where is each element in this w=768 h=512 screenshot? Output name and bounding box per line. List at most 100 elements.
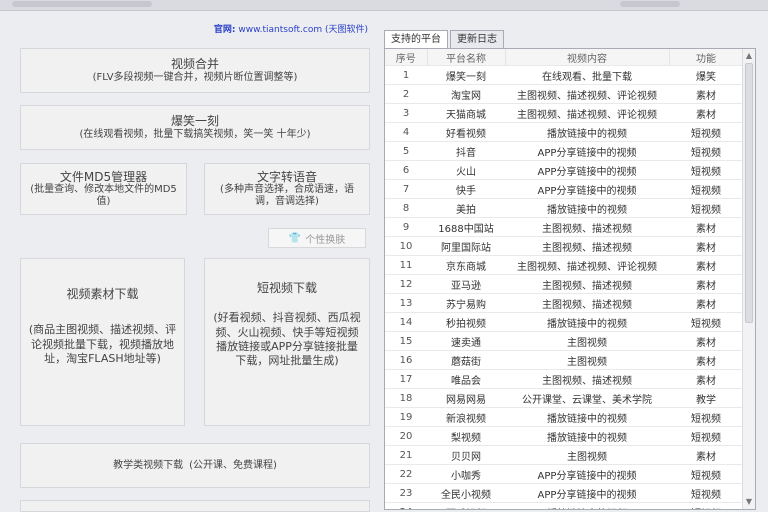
table-row[interactable]: 14 秒拍视频 播放链接中的视频 短视频	[385, 312, 743, 332]
platform-name: 秒拍视频	[427, 312, 505, 332]
button-desc: (商品主图视频、描述视频、评论视频批量下载，视频播放地址，淘宝FLASH地址等)	[28, 323, 177, 365]
table-row[interactable]: 5 抖音 APP分享链接中的视频 短视频	[385, 141, 743, 161]
tab-update-log[interactable]: 更新日志	[450, 30, 504, 48]
function-type: 素材	[669, 331, 743, 351]
row-number: 24	[385, 502, 427, 509]
table-row[interactable]: 1 爆笑一刻 在线观看、批量下载 爆笑	[385, 65, 743, 85]
tab-supported-platforms[interactable]: 支持的平台	[384, 30, 448, 48]
video-content: 播放链接中的视频	[505, 407, 669, 427]
video-content: APP分享链接中的视频	[505, 141, 669, 161]
video-content: APP分享链接中的视频	[505, 464, 669, 484]
function-type: 素材	[669, 255, 743, 275]
title-bar	[0, 0, 768, 11]
video-content: 主图视频	[505, 445, 669, 465]
button-desc: (批量查询、修改本地文件的MD5值)	[30, 184, 177, 208]
table-row[interactable]: 22 小咖秀 APP分享链接中的视频 短视频	[385, 464, 743, 484]
function-type: 短视频	[669, 426, 743, 446]
column-header[interactable]: 视频内容	[505, 49, 670, 66]
row-number: 21	[385, 445, 427, 465]
column-header[interactable]: 功能	[669, 49, 744, 66]
function-type: 短视频	[669, 179, 743, 199]
table-row[interactable]: 3 天猫商城 主图视频、描述视频、评论视频 素材	[385, 103, 743, 123]
table-header: 序号 平台名称 视频内容 功能	[385, 49, 744, 66]
table-row[interactable]: 11 京东商城 主图视频、描述视频、评论视频 素材	[385, 255, 743, 275]
md5-button[interactable]: 文件MD5管理器 (批量查询、修改本地文件的MD5值)	[20, 163, 187, 215]
row-number: 14	[385, 312, 427, 332]
table-row[interactable]: 6 火山 APP分享链接中的视频 短视频	[385, 160, 743, 180]
table-row[interactable]: 20 梨视频 播放链接中的视频 短视频	[385, 426, 743, 446]
function-type: 短视频	[669, 464, 743, 484]
table-row[interactable]: 18 网易网易 公开课堂、云课堂、美术学院 教学	[385, 388, 743, 408]
video-content: APP分享链接中的视频	[505, 160, 669, 180]
row-number: 17	[385, 369, 427, 389]
platform-table: 序号 平台名称 视频内容 功能 1 爆笑一刻 在线观看、批量下载 爆笑 2 淘宝网 主图视频…	[384, 48, 756, 510]
window-title	[12, 1, 152, 7]
row-number: 6	[385, 160, 427, 180]
table-row[interactable]: 13 苏宁易购 主图视频、描述视频 素材	[385, 293, 743, 313]
table-row[interactable]: 2 淘宝网 主图视频、描述视频、评论视频 素材	[385, 84, 743, 104]
table-row[interactable]: 8 美拍 播放链接中的视频 短视频	[385, 198, 743, 218]
personality-skin-button[interactable]: 👕 个性换肤	[268, 228, 366, 248]
table-row[interactable]: 15 速卖通 主图视频 素材	[385, 331, 743, 351]
table-row[interactable]: 12 亚马逊 主图视频、描述视频 素材	[385, 274, 743, 294]
platform-name: 苏宁易购	[427, 293, 505, 313]
function-type: 短视频	[669, 122, 743, 142]
column-header[interactable]: 平台名称	[427, 49, 506, 66]
function-type: 素材	[669, 274, 743, 294]
row-number: 5	[385, 141, 427, 161]
table-row[interactable]: 21 贝贝网 主图视频 素材	[385, 445, 743, 465]
platform-name: 京东商城	[427, 255, 505, 275]
laugh-button[interactable]: 爆笑一刻 (在线观看视频，批量下载搞笑视频，笑一笑 十年少)	[20, 105, 370, 150]
table-row[interactable]: 23 全民小视频 APP分享链接中的视频 短视频	[385, 483, 743, 503]
video-content: 在线观看、批量下载	[505, 65, 669, 85]
video-content: 主图视频、描述视频	[505, 293, 669, 313]
extra-button[interactable]	[20, 500, 370, 512]
function-type: 短视频	[669, 198, 743, 218]
scroll-down-icon[interactable]: ▼	[744, 497, 754, 507]
scroll-thumb[interactable]	[745, 63, 753, 323]
row-number: 3	[385, 103, 427, 123]
material-download-button[interactable]: 视频素材下载 (商品主图视频、描述视频、评论视频批量下载，视频播放地址，淘宝FL…	[20, 258, 185, 426]
table-row[interactable]: 9 1688中国站 主图视频、描述视频 素材	[385, 217, 743, 237]
video-merge-button[interactable]: 视频合并 (FLV多段视频一键合并，视频片断位置调整等)	[20, 48, 370, 93]
platform-name: 阿里国际站	[427, 236, 505, 256]
function-type: 爆笑	[669, 65, 743, 85]
table-row[interactable]: 19 新浪视频 播放链接中的视频 短视频	[385, 407, 743, 427]
teaching-video-button[interactable]: 教学类视频下载 (公开课、免费课程)	[20, 443, 370, 488]
platform-name: 爆笑一刻	[427, 65, 505, 85]
table-row[interactable]: 24西瓜视频播放链接中的视频短视频	[385, 502, 743, 509]
vertical-scrollbar[interactable]: ▲ ▼	[742, 49, 755, 509]
shirt-icon: 👕	[288, 232, 302, 244]
button-desc: (FLV多段视频一键合并，视频片断位置调整等)	[92, 71, 298, 83]
button-title: 教学类视频下载	[113, 459, 184, 471]
function-type: 素材	[669, 369, 743, 389]
button-title: 视频合并	[170, 57, 219, 72]
link-suffix: (天图软件)	[324, 25, 368, 35]
function-type: 短视频	[669, 407, 743, 427]
row-number: 15	[385, 331, 427, 351]
window-controls[interactable]	[620, 1, 680, 7]
platform-name: 贝贝网	[427, 445, 505, 465]
table-row[interactable]: 16 蘑菇街 主图视频 素材	[385, 350, 743, 370]
text-to-speech-button[interactable]: 文字转语音 (多种声音选择，合成语速，语调，音调选择)	[204, 163, 370, 215]
platform-name: 快手	[427, 179, 505, 199]
table-row[interactable]: 10 阿里国际站 主图视频、描述视频 素材	[385, 236, 743, 256]
platform-name: 速卖通	[427, 331, 505, 351]
table-row[interactable]: 7 快手 APP分享链接中的视频 短视频	[385, 179, 743, 199]
scroll-up-icon[interactable]: ▲	[744, 51, 754, 61]
button-title: 爆笑一刻	[170, 114, 219, 129]
button-title: 文件MD5管理器	[59, 169, 148, 184]
row-number: 23	[385, 483, 427, 503]
column-header[interactable]: 序号	[385, 49, 428, 66]
function-type: 素材	[669, 236, 743, 256]
video-content: 播放链接中的视频	[505, 426, 669, 446]
function-type: 素材	[669, 217, 743, 237]
official-site-link[interactable]: 官网: www.tiantsoft.com (天图软件)	[150, 20, 368, 40]
table-row[interactable]: 4 好看视频 播放链接中的视频 短视频	[385, 122, 743, 142]
row-number: 2	[385, 84, 427, 104]
button-desc: (在线观看视频，批量下载搞笑视频，笑一笑 十年少)	[79, 128, 311, 140]
table-row[interactable]: 17 唯品会 主图视频、描述视频 素材	[385, 369, 743, 389]
video-content: 主图视频、描述视频	[505, 217, 669, 237]
platform-name: 梨视频	[427, 426, 505, 446]
short-video-download-button[interactable]: 短视频下载 (好看视频、抖音视频、西瓜视频、火山视频、快手等短视频播放链接或AP…	[204, 258, 370, 426]
